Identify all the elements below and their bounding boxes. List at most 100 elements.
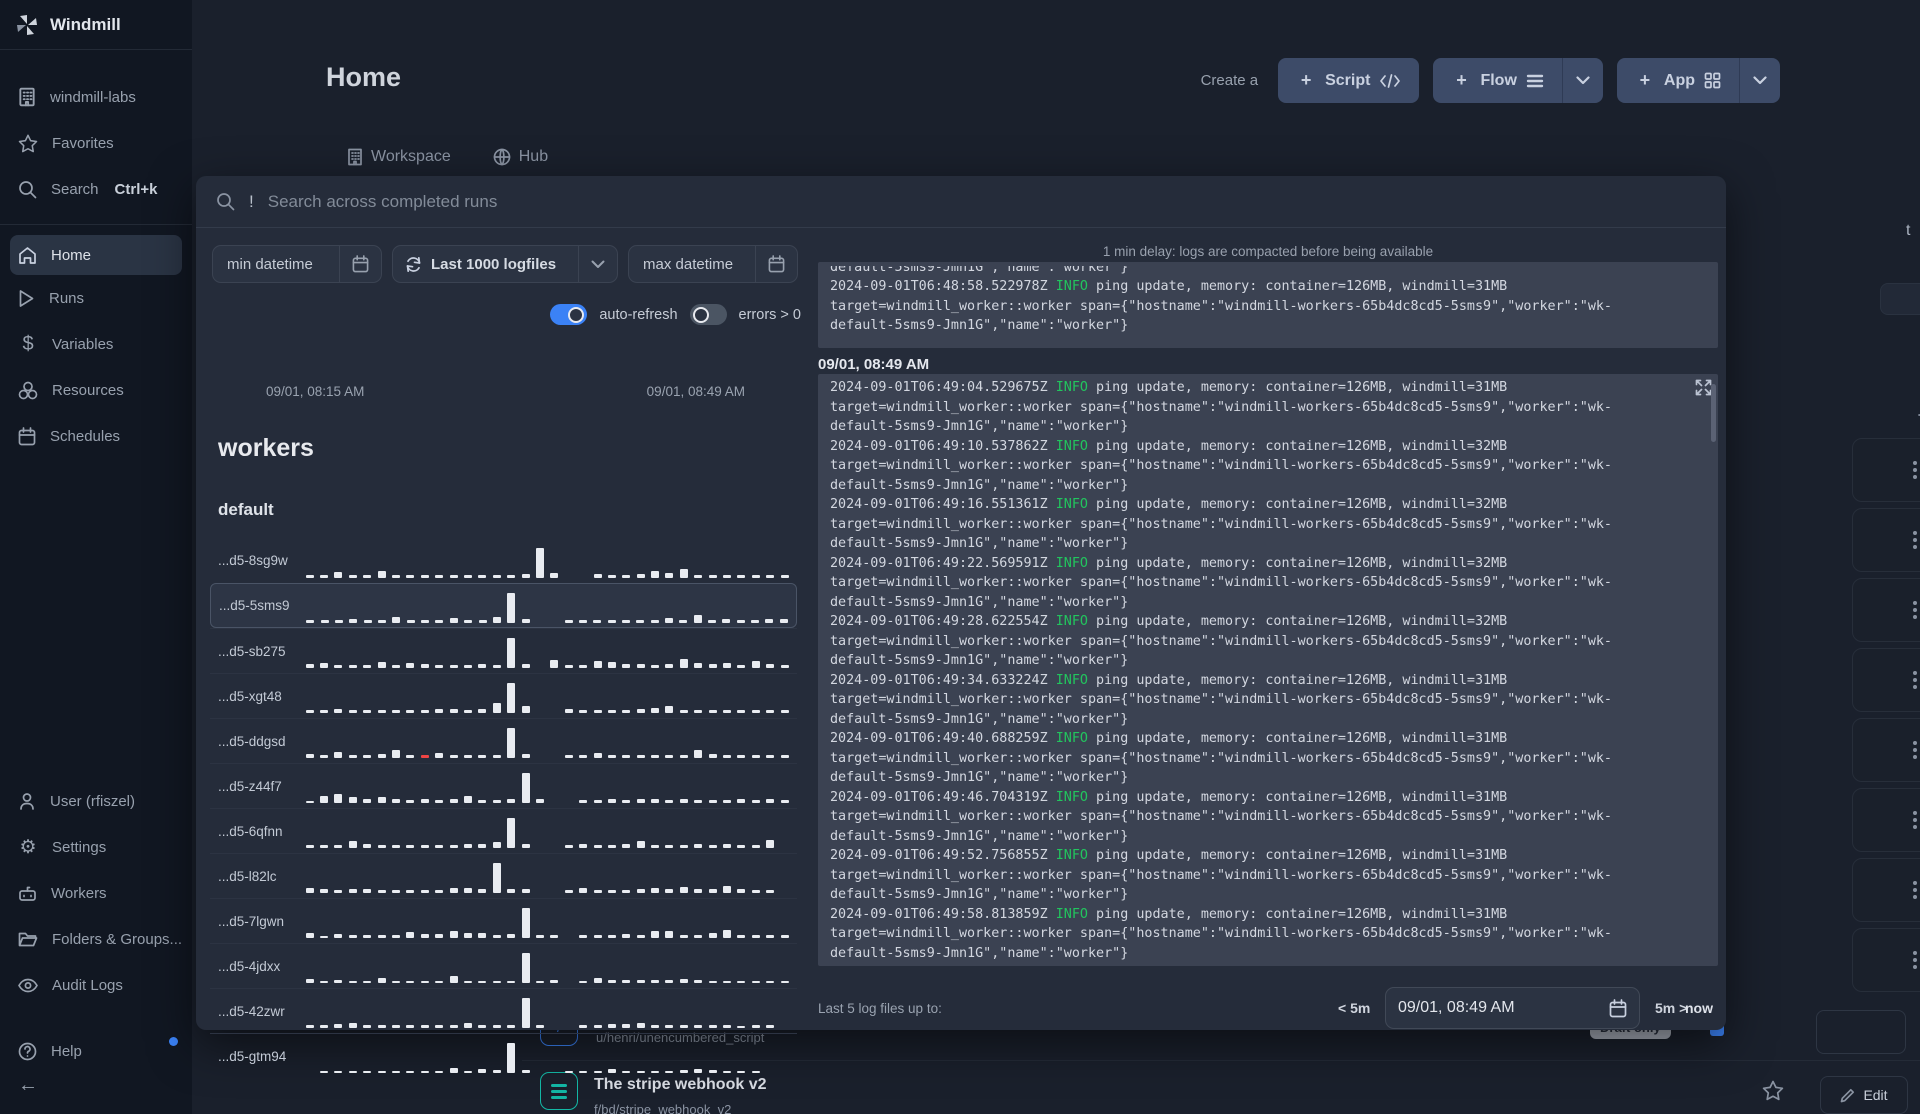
worker-row[interactable]: ...d5-6qfnn xyxy=(210,808,797,853)
forward-5m-button[interactable]: 5m > xyxy=(1655,1000,1687,1016)
logfiles-selector[interactable]: Last 1000 logfiles xyxy=(392,245,618,283)
sidebar-item-resources[interactable]: Resources xyxy=(0,367,192,413)
scrollbar-thumb[interactable] xyxy=(1711,384,1716,442)
background-row-card xyxy=(1852,508,1920,572)
spark-bar xyxy=(320,663,329,668)
worker-row[interactable]: ...d5-l82lc xyxy=(210,853,797,898)
row-menu-button[interactable] xyxy=(1909,737,1920,763)
spark-bar xyxy=(766,1025,775,1028)
create-script-label: Script xyxy=(1325,71,1371,89)
spark-bar xyxy=(665,980,674,983)
spark-bar xyxy=(751,661,760,668)
worker-row[interactable]: ...d5-42zwr xyxy=(210,988,797,1033)
sidebar-item-workspace[interactable]: windmill-labs xyxy=(0,74,192,120)
spark-bar xyxy=(737,889,746,893)
worker-activity-sparkline xyxy=(305,904,789,938)
sidebar-item-runs[interactable]: Runs xyxy=(0,275,192,321)
spark-bar xyxy=(420,845,429,848)
edit-button[interactable]: Edit xyxy=(1820,1076,1908,1114)
log-level-info: INFO xyxy=(1055,555,1088,571)
sidebar-item-user[interactable]: User (rfiszel) xyxy=(0,778,192,824)
spark-bar xyxy=(406,574,415,578)
create-flow-button[interactable]: + Flow xyxy=(1433,70,1561,91)
create-script-button[interactable]: + Script xyxy=(1278,58,1420,103)
sidebar-item-workers[interactable]: Workers xyxy=(0,870,192,916)
sidebar-item-search[interactable]: Search Ctrl+k xyxy=(0,166,192,212)
spark-bar xyxy=(463,755,472,758)
spark-bar xyxy=(478,800,487,803)
log-datetime-input[interactable]: 09/01, 08:49 AM xyxy=(1385,987,1640,1029)
spark-bar xyxy=(694,1025,703,1028)
spark-bar xyxy=(636,889,645,893)
sidebar-item-home[interactable]: Home xyxy=(10,235,182,275)
worker-name: ...d5-gtm94 xyxy=(218,1048,287,1064)
errors-toggle[interactable] xyxy=(689,304,727,325)
log-line: 2024-09-01T06:49:58.813859Z INFO ping up… xyxy=(830,906,1508,922)
auto-refresh-toggle[interactable] xyxy=(550,304,588,325)
spark-bar xyxy=(694,844,703,848)
sidebar-item-settings[interactable]: ⚙ Settings xyxy=(0,824,192,870)
worker-row[interactable]: ...d5-z44f7 xyxy=(210,763,797,808)
row-menu-button[interactable] xyxy=(1909,527,1920,553)
create-app-button[interactable]: + App xyxy=(1617,70,1739,91)
worker-name: ...d5-7lgwn xyxy=(218,913,285,929)
spark-bar xyxy=(392,1025,401,1028)
spark-bar xyxy=(751,1025,760,1028)
favorite-star-icon[interactable] xyxy=(1762,1080,1784,1101)
spark-bar xyxy=(737,755,746,758)
background-chip-fragment xyxy=(1880,283,1920,315)
worker-row[interactable]: ...d5-ddgsd xyxy=(210,718,797,763)
row-menu-button[interactable] xyxy=(1909,877,1920,903)
worker-row[interactable]: ...d5-5sms9 xyxy=(210,583,797,628)
spark-bar xyxy=(622,755,631,758)
create-flow-dropdown[interactable] xyxy=(1561,58,1603,103)
clipped-log-line: default-5sms9-Jmn1G","name":"worker"} xyxy=(830,266,1706,277)
now-button[interactable]: now xyxy=(1685,1000,1713,1016)
search-input[interactable] xyxy=(267,191,1706,212)
worker-row[interactable]: ...d5-sb275 xyxy=(210,628,797,673)
log-line: 2024-09-01T06:49:28.622554Z INFO ping up… xyxy=(830,614,1508,629)
sidebar-item-schedules[interactable]: Schedules xyxy=(0,413,192,459)
spark-bar xyxy=(679,1070,688,1073)
row-menu-button[interactable] xyxy=(1909,947,1920,973)
spark-bar xyxy=(492,863,501,893)
row-menu-button[interactable] xyxy=(1916,1018,1920,1044)
spark-bar xyxy=(334,980,343,983)
back-5m-button[interactable]: < 5m xyxy=(1338,1000,1370,1016)
worker-row[interactable]: ...d5-7lgwn xyxy=(210,898,797,943)
expand-icon[interactable] xyxy=(1695,379,1712,396)
app-logo[interactable]: Windmill xyxy=(0,0,192,50)
worker-activity-sparkline xyxy=(305,769,789,803)
spark-bar xyxy=(651,1025,660,1028)
sidebar-item-favorites[interactable]: Favorites xyxy=(0,120,192,166)
row-menu-button[interactable] xyxy=(1909,597,1920,623)
spark-bar xyxy=(607,799,616,803)
sidebar-item-help[interactable]: Help xyxy=(0,1028,192,1074)
log-line: target=windmill_worker::worker span={"ho… xyxy=(830,867,1612,883)
sidebar-item-folders[interactable]: Folders & Groups... xyxy=(0,916,192,962)
row-menu-button[interactable] xyxy=(1909,457,1920,483)
min-datetime-input[interactable]: min datetime xyxy=(212,245,382,283)
spark-bar xyxy=(665,1025,674,1028)
sidebar-item-audit-logs[interactable]: Audit Logs xyxy=(0,962,192,1008)
sidebar-item-variables[interactable]: $ Variables xyxy=(0,321,192,367)
worker-row[interactable]: ...d5-gtm94 xyxy=(210,1033,797,1078)
worker-row[interactable]: ...d5-xgt48 xyxy=(210,673,797,718)
row-menu-button[interactable] xyxy=(1909,807,1920,833)
worker-row[interactable]: ...d5-4jdxx xyxy=(210,943,797,988)
row-menu-button[interactable] xyxy=(1909,667,1920,693)
create-app-dropdown[interactable] xyxy=(1739,58,1780,103)
refresh-icon xyxy=(406,256,421,272)
worker-list: ...d5-8sg9w ...d5-5sms9 ...d5-sb275 ...d5-x… xyxy=(210,538,797,1078)
partial-button[interactable] xyxy=(1816,1010,1906,1054)
spark-bar xyxy=(723,1025,732,1028)
spark-bar xyxy=(579,935,588,938)
max-datetime-input[interactable]: max datetime xyxy=(628,245,798,283)
spark-bar xyxy=(377,1025,386,1028)
spark-bar xyxy=(565,802,573,803)
spark-bar xyxy=(535,547,544,578)
worker-row[interactable]: ...d5-8sg9w xyxy=(210,538,797,583)
row-menu-button[interactable] xyxy=(1916,1082,1920,1108)
collapse-sidebar-button[interactable]: ← xyxy=(18,1074,38,1097)
spark-bar xyxy=(536,712,544,713)
